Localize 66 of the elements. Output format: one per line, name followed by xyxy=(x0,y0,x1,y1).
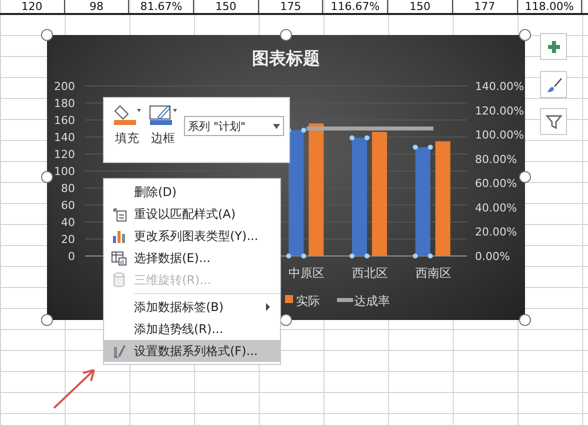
menu-item[interactable]: 添加趋势线(R)... xyxy=(104,318,280,340)
axis-label: 100.00% xyxy=(475,128,524,142)
resize-handle[interactable] xyxy=(519,171,531,183)
menu-item[interactable]: 选择数据(E)... xyxy=(104,247,280,269)
pen-icon xyxy=(148,104,178,126)
format-brush-icon xyxy=(111,343,127,359)
table-cell: 98 xyxy=(64,0,130,13)
resize-handle[interactable] xyxy=(41,171,53,183)
menu-item[interactable]: 添加数据标签(B) xyxy=(104,296,280,318)
table-cell: 81.67% xyxy=(129,0,194,13)
legend-label: 达成率 xyxy=(354,294,390,308)
add-element-button[interactable] xyxy=(540,33,567,60)
axis-label: 40 xyxy=(61,216,75,229)
paint-bucket-icon xyxy=(112,104,142,126)
menu-item[interactable]: 删除(D) xyxy=(104,181,280,203)
caret-icon xyxy=(273,124,280,128)
legend-label: 实际 xyxy=(296,294,320,308)
cylinder-icon xyxy=(112,272,126,288)
axis-label: 60 xyxy=(61,199,75,212)
category-label: 西南区 xyxy=(415,266,452,280)
axis-label: 0.00% xyxy=(475,250,510,263)
axis-label: 40.00% xyxy=(475,201,517,214)
chart-style-button[interactable] xyxy=(540,71,567,98)
table-chart-icon xyxy=(111,250,127,266)
axis-label: 200 xyxy=(54,80,75,93)
menu-item[interactable]: 重设以匹配样式(A) xyxy=(104,203,280,225)
table-cell: 150 xyxy=(194,0,259,13)
table-cell: 177 xyxy=(452,0,518,13)
resize-handle[interactable] xyxy=(41,29,53,41)
table-cell: 150 xyxy=(388,0,453,13)
axis-label: 120.00% xyxy=(475,104,524,118)
resize-handle[interactable] xyxy=(280,29,292,41)
axis-label: 80.00% xyxy=(475,152,517,166)
brush-icon xyxy=(544,76,562,94)
chart-title: 图表标题 xyxy=(252,49,320,69)
menu-item[interactable]: 设置数据系列格式(F)... xyxy=(104,340,280,362)
axis-label: 60.00% xyxy=(475,177,517,190)
axis-label: 140 xyxy=(54,131,75,144)
axis-label: 180 xyxy=(54,97,75,110)
table-cell: 118.00% xyxy=(518,0,582,13)
resize-handle[interactable] xyxy=(519,314,531,326)
filter-button[interactable] xyxy=(540,108,567,135)
legend-line xyxy=(337,298,353,302)
table-cell: 175 xyxy=(258,0,324,13)
axis-label: 20 xyxy=(61,233,75,246)
axis-label: 160 xyxy=(54,114,75,127)
axis-label: 120 xyxy=(54,148,75,161)
resize-handle[interactable] xyxy=(41,314,53,326)
table-cell: 116.67% xyxy=(323,0,388,13)
reset-style-icon xyxy=(111,206,127,222)
plus-icon xyxy=(546,38,562,54)
series-dropdown[interactable]: 系列 "计划" xyxy=(184,116,284,136)
filter-icon xyxy=(544,112,562,130)
category-label: 中原区 xyxy=(288,266,325,280)
bar-chart-icon xyxy=(111,228,127,244)
axis-label: 140.00% xyxy=(475,80,524,93)
fill-button[interactable]: 填充 xyxy=(112,104,142,147)
axis-label: 80 xyxy=(61,182,75,195)
category-label: 西北区 xyxy=(352,266,388,280)
table-cell: 120 xyxy=(0,0,65,13)
border-button[interactable]: 边框 xyxy=(148,104,178,147)
axis-label: 0 xyxy=(68,250,75,263)
axis-label: 20.00% xyxy=(475,226,517,239)
menu-item[interactable]: 更改系列图表类型(Y)... xyxy=(104,225,280,247)
axis-label: 100 xyxy=(54,165,75,178)
resize-handle[interactable] xyxy=(519,29,531,41)
